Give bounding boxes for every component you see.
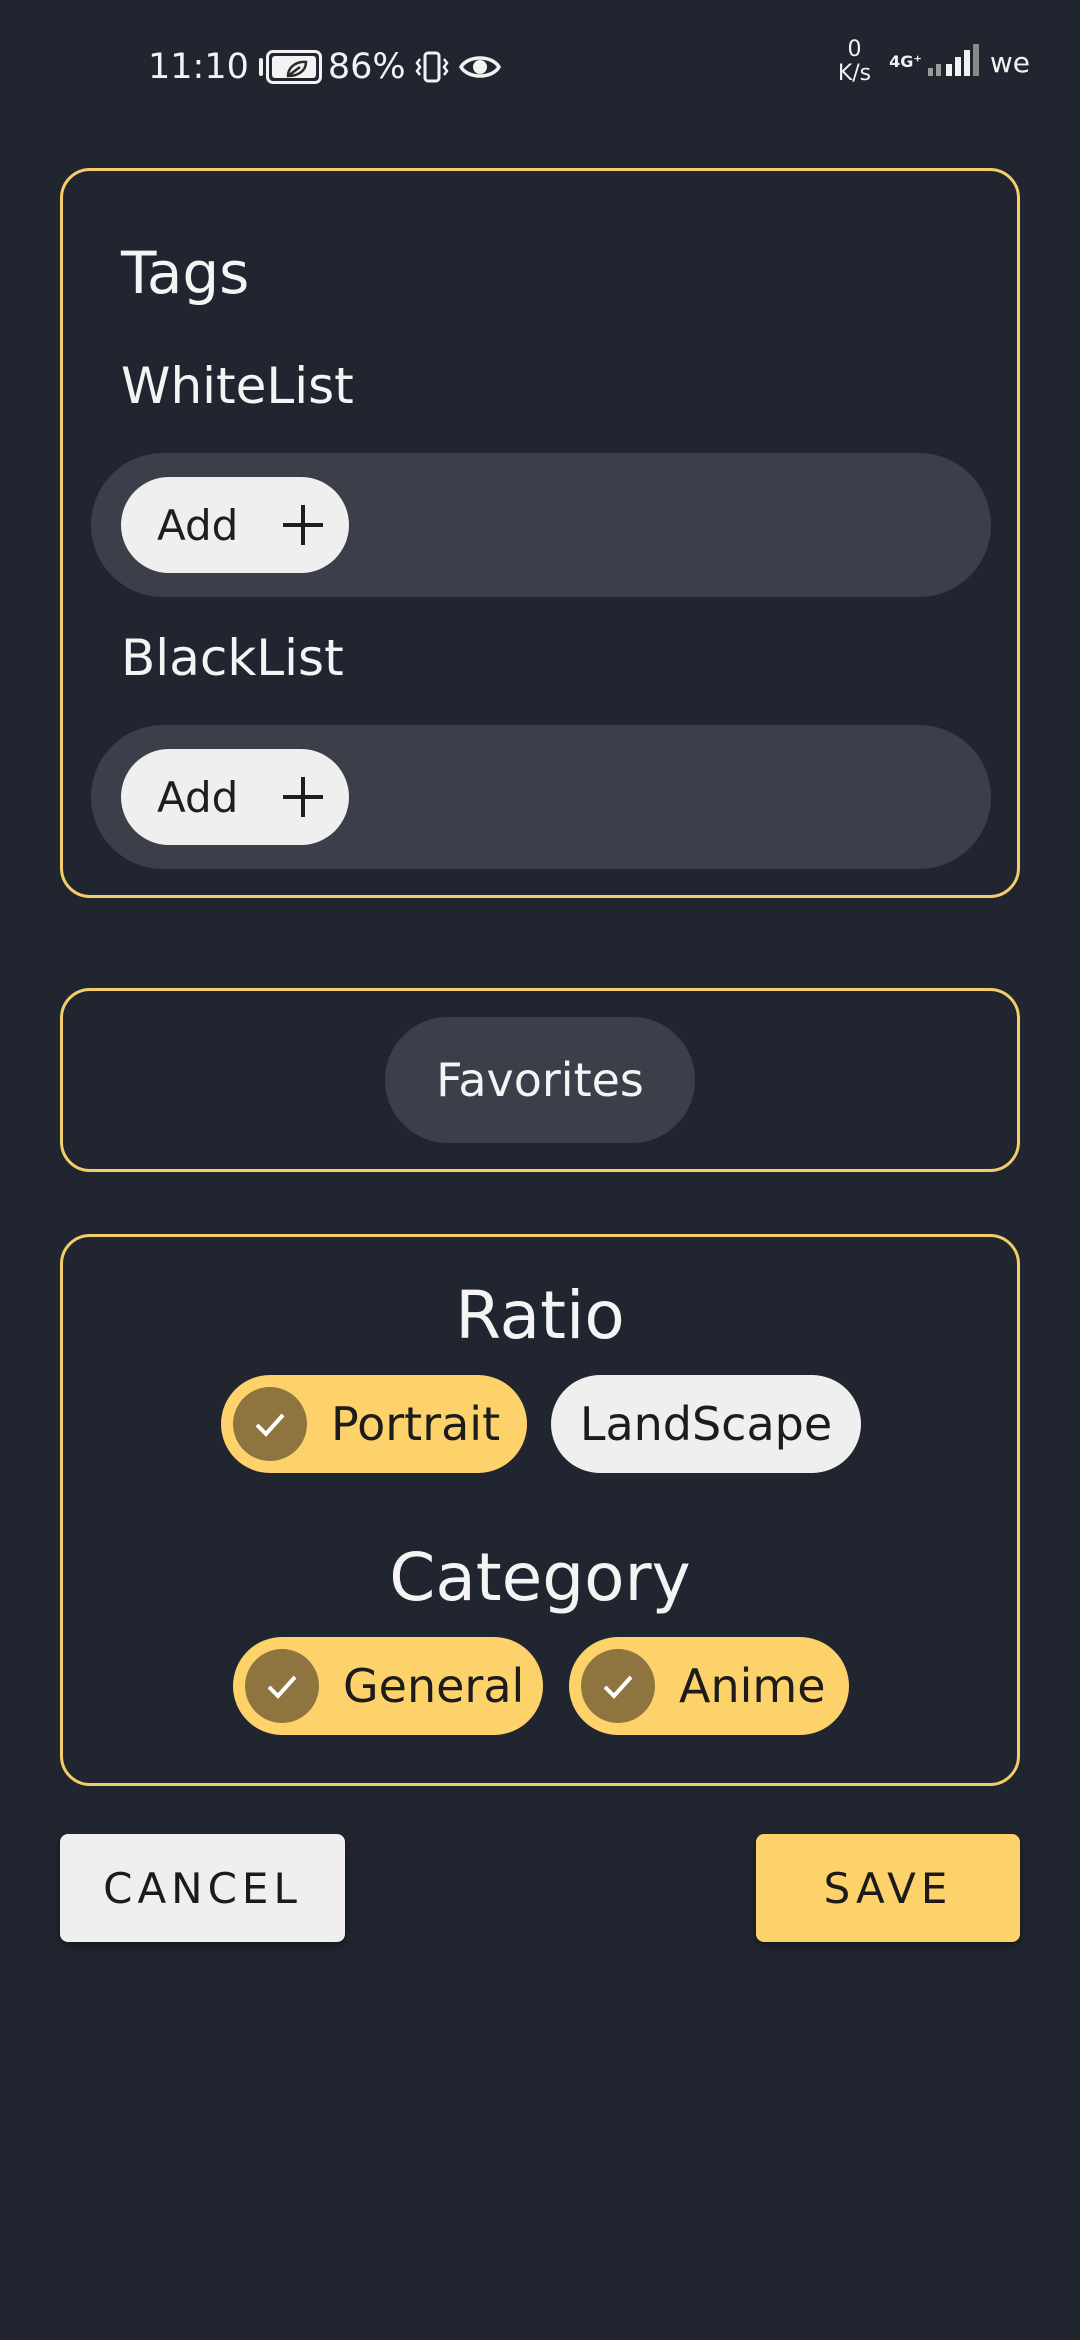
status-bar-right: 0 K/s 4G⁺ we	[838, 38, 1030, 86]
carrier-name: we	[989, 45, 1030, 79]
status-bar: 11:10 86% 0 K/s 4G⁺ we	[0, 0, 1080, 135]
tags-card: Tags WhiteList Add BlackList Add	[60, 168, 1020, 898]
anime-chip[interactable]: Anime	[569, 1637, 849, 1735]
signal-icon	[926, 42, 982, 82]
portrait-chip[interactable]: Portrait	[221, 1375, 527, 1473]
eye-comfort-icon	[458, 49, 502, 85]
battery-icon	[258, 50, 322, 84]
network-speed-value: 0	[847, 37, 862, 62]
save-button[interactable]: SAVE	[756, 1834, 1020, 1942]
chip-label: Portrait	[331, 1397, 501, 1451]
plus-icon	[283, 777, 323, 817]
category-title: Category	[389, 1539, 691, 1616]
add-label: Add	[157, 772, 239, 822]
tags-title: Tags	[121, 239, 250, 307]
blacklist-label: BlackList	[121, 629, 344, 687]
landscape-chip[interactable]: LandScape	[551, 1375, 861, 1473]
favorites-card: Favorites	[60, 988, 1020, 1172]
add-label: Add	[157, 500, 239, 550]
check-icon	[581, 1649, 655, 1723]
general-chip[interactable]: General	[233, 1637, 543, 1735]
battery-percent: 86%	[327, 47, 406, 87]
network-speed-unit: K/s	[837, 61, 872, 86]
blacklist-add-button[interactable]: Add	[121, 749, 349, 845]
clock: 11:10	[148, 47, 249, 87]
status-bar-left: 11:10 86%	[148, 42, 502, 92]
blacklist-chip-group: Add	[91, 725, 991, 869]
chip-label: LandScape	[579, 1397, 833, 1451]
plus-icon	[283, 505, 323, 545]
whitelist-label: WhiteList	[121, 357, 354, 415]
network-type: 4G⁺	[889, 52, 922, 71]
network-speed: 0 K/s	[838, 38, 871, 86]
favorites-button[interactable]: Favorites	[385, 1017, 695, 1143]
whitelist-add-button[interactable]: Add	[121, 477, 349, 573]
filter-card: Ratio Portrait LandScape Category Genera…	[60, 1234, 1020, 1786]
ratio-title: Ratio	[455, 1277, 625, 1354]
whitelist-chip-group: Add	[91, 453, 991, 597]
check-icon	[245, 1649, 319, 1723]
chip-label: Anime	[679, 1659, 826, 1713]
chip-label: General	[343, 1659, 525, 1713]
cancel-button[interactable]: CANCEL	[60, 1834, 345, 1942]
vibrate-icon	[414, 49, 450, 85]
check-icon	[233, 1387, 307, 1461]
